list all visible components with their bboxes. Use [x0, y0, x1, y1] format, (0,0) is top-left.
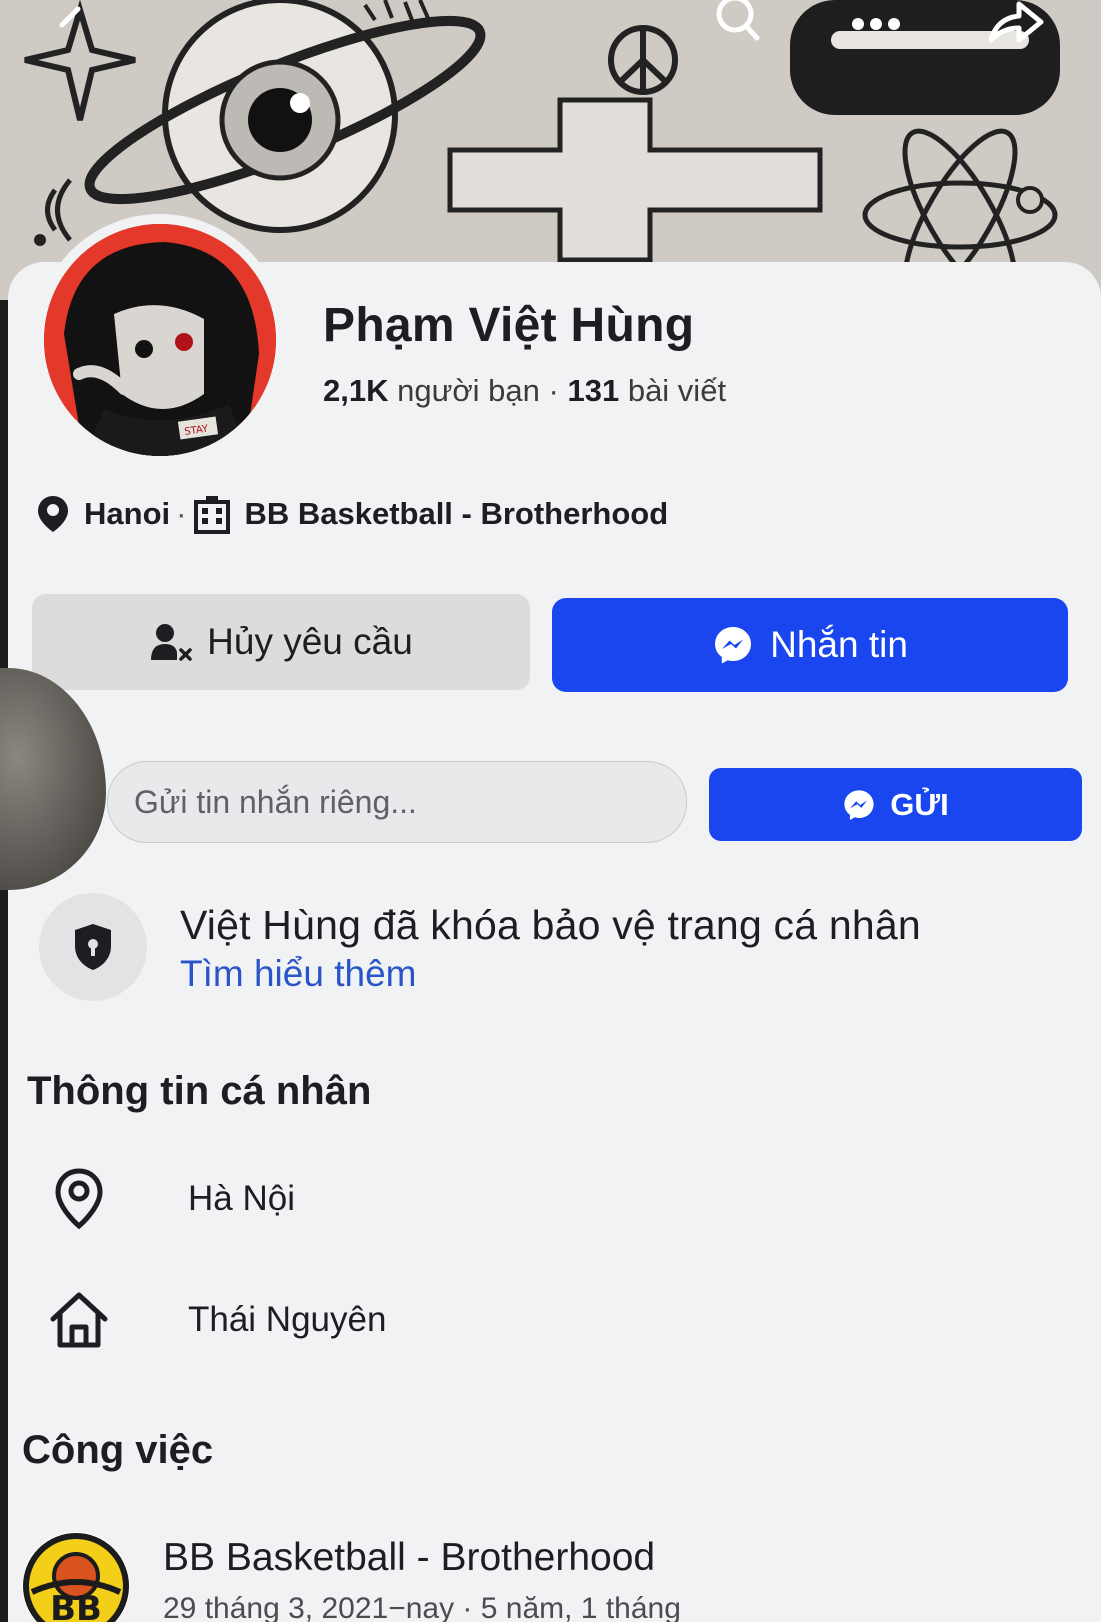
- private-message-placeholder: Gửi tin nhắn riêng...: [134, 783, 417, 820]
- more-button[interactable]: [846, 0, 906, 50]
- avatar[interactable]: STAY: [34, 214, 286, 466]
- work-dates: 29 tháng 3, 2021−nay · 5 năm, 1 tháng: [163, 1592, 681, 1622]
- posts-label: bài viết: [627, 373, 727, 408]
- location-short[interactable]: Hanoi: [84, 496, 170, 532]
- profile-name: Phạm Việt Hùng: [323, 299, 695, 352]
- avatar-image: STAY: [44, 224, 276, 456]
- shield-lock-icon: [75, 924, 111, 970]
- learn-more-link[interactable]: Tìm hiểu thêm: [180, 953, 416, 995]
- cancel-request-label: Hủy yêu cầu: [207, 621, 413, 662]
- stats-separator: ·: [548, 373, 568, 408]
- friends-count[interactable]: 2,1K: [323, 373, 388, 408]
- meta-separator: ·: [176, 496, 187, 531]
- messenger-icon: [844, 789, 874, 820]
- back-button[interactable]: [40, 0, 100, 50]
- share-button[interactable]: [985, 0, 1045, 50]
- profile-lock-badge: [39, 893, 147, 1001]
- hometown-text: Thái Nguyên: [188, 1300, 387, 1339]
- work-company-name[interactable]: BB Basketball - Brotherhood: [163, 1536, 655, 1580]
- location-pin-icon: [38, 496, 68, 532]
- bb-logo-text: BB: [50, 1589, 102, 1622]
- work-section-title: Công việc: [22, 1428, 214, 1472]
- profile-meta-row: Hanoi · BB Basketball - Brotherhood: [36, 494, 668, 534]
- message-label: Nhắn tin: [770, 624, 908, 665]
- search-button[interactable]: [708, 0, 768, 50]
- personal-info-title: Thông tin cá nhân: [27, 1069, 372, 1113]
- map-pin-outline-icon: [55, 1168, 103, 1230]
- workplace-short[interactable]: BB Basketball - Brotherhood: [244, 496, 668, 532]
- friends-label[interactable]: người bạn: [397, 373, 540, 408]
- share-icon: [988, 1, 1044, 43]
- more-icon: [852, 18, 900, 30]
- message-button[interactable]: Nhắn tin: [552, 598, 1068, 692]
- home-icon: [50, 1292, 108, 1348]
- profile-stats: 2,1K người bạn · 131 bài viết: [323, 373, 726, 409]
- current-city-icon-wrap: [46, 1168, 112, 1230]
- private-message-input[interactable]: Gửi tin nhắn riêng...: [107, 761, 687, 843]
- messenger-icon: [715, 627, 752, 664]
- send-button[interactable]: GỬI: [709, 768, 1082, 841]
- cancel-request-button[interactable]: Hủy yêu cầu: [32, 594, 530, 690]
- hometown-icon-wrap: [46, 1289, 112, 1351]
- building-icon: [194, 496, 231, 534]
- current-city-row[interactable]: Hà Nội: [46, 1168, 295, 1230]
- send-label: GỬI: [890, 786, 949, 822]
- current-city-text: Hà Nội: [188, 1179, 295, 1218]
- person-remove-icon: [151, 624, 192, 661]
- back-icon: [59, 6, 81, 28]
- search-icon: [716, 0, 760, 41]
- posts-count: 131: [567, 373, 620, 408]
- lock-notice-title: Việt Hùng đã khóa bảo vệ trang cá nhân: [180, 902, 921, 948]
- hometown-row[interactable]: Thái Nguyên: [46, 1289, 386, 1351]
- avatar-illustration: STAY: [44, 224, 276, 456]
